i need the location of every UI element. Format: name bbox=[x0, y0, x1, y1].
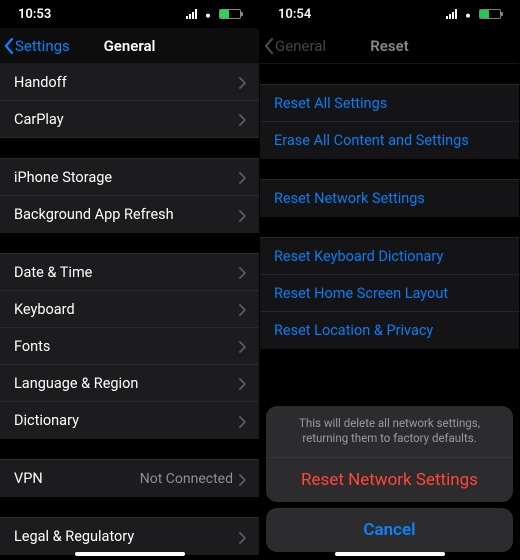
settings-list: Handoff CarPlay iPhone Storage Backgroun… bbox=[0, 64, 259, 560]
row-label: Dictionary bbox=[14, 412, 239, 429]
row-language-region[interactable]: Language & Region bbox=[0, 365, 259, 402]
action-sheet: This will delete all network settings, r… bbox=[266, 406, 513, 552]
chevron-right-icon bbox=[239, 340, 247, 352]
row-label: Language & Region bbox=[14, 375, 239, 392]
row-dictionary[interactable]: Dictionary bbox=[0, 402, 259, 439]
row-bg-refresh[interactable]: Background App Refresh bbox=[0, 196, 259, 233]
chevron-right-icon bbox=[239, 266, 247, 278]
chevron-right-icon bbox=[239, 377, 247, 389]
status-indicators bbox=[186, 9, 241, 19]
chevron-right-icon bbox=[239, 209, 247, 221]
row-label: Legal & Regulatory bbox=[14, 528, 239, 545]
row-handoff[interactable]: Handoff bbox=[0, 64, 259, 101]
nav-bar: Settings General bbox=[0, 28, 259, 64]
row-label: Keyboard bbox=[14, 301, 239, 318]
chevron-right-icon bbox=[239, 531, 247, 543]
wifi-icon bbox=[201, 9, 215, 19]
home-indicator[interactable] bbox=[335, 552, 445, 556]
row-iphone-storage[interactable]: iPhone Storage bbox=[0, 159, 259, 196]
row-label: iPhone Storage bbox=[14, 169, 239, 186]
confirm-reset-button[interactable]: Reset Network Settings bbox=[266, 458, 513, 502]
chevron-right-icon bbox=[239, 76, 247, 88]
screen-reset: 10:54 General Reset Reset All Settings E… bbox=[260, 0, 520, 560]
row-label: CarPlay bbox=[14, 111, 239, 128]
signal-icon bbox=[186, 9, 197, 19]
row-label: Fonts bbox=[14, 338, 239, 355]
chevron-right-icon bbox=[239, 415, 247, 427]
row-value: Not Connected bbox=[140, 471, 233, 487]
chevron-left-icon bbox=[4, 38, 13, 54]
nav-back-button[interactable]: Settings bbox=[0, 37, 70, 55]
row-vpn[interactable]: VPN Not Connected bbox=[0, 460, 259, 497]
cancel-button[interactable]: Cancel bbox=[266, 508, 513, 552]
row-label: Background App Refresh bbox=[14, 206, 239, 223]
action-sheet-message: This will delete all network settings, r… bbox=[266, 406, 513, 458]
chevron-right-icon bbox=[239, 171, 247, 183]
action-sheet-cancel-group: Cancel bbox=[266, 508, 513, 552]
home-indicator[interactable] bbox=[75, 552, 185, 556]
row-carplay[interactable]: CarPlay bbox=[0, 101, 259, 138]
action-sheet-group: This will delete all network settings, r… bbox=[266, 406, 513, 502]
row-keyboard[interactable]: Keyboard bbox=[0, 291, 259, 328]
row-legal[interactable]: Legal & Regulatory bbox=[0, 518, 259, 555]
status-time: 10:53 bbox=[18, 7, 51, 22]
chevron-right-icon bbox=[239, 473, 247, 485]
row-label: Date & Time bbox=[14, 264, 239, 281]
status-bar: 10:53 bbox=[0, 0, 259, 28]
screen-general: 10:53 Settings General Handoff CarPlay i… bbox=[0, 0, 260, 560]
battery-icon bbox=[219, 9, 241, 19]
chevron-right-icon bbox=[239, 113, 247, 125]
row-label: Handoff bbox=[14, 74, 239, 91]
row-label: VPN bbox=[14, 470, 140, 487]
chevron-right-icon bbox=[239, 303, 247, 315]
row-fonts[interactable]: Fonts bbox=[0, 328, 259, 365]
row-date-time[interactable]: Date & Time bbox=[0, 254, 259, 291]
nav-back-label: Settings bbox=[15, 37, 70, 55]
